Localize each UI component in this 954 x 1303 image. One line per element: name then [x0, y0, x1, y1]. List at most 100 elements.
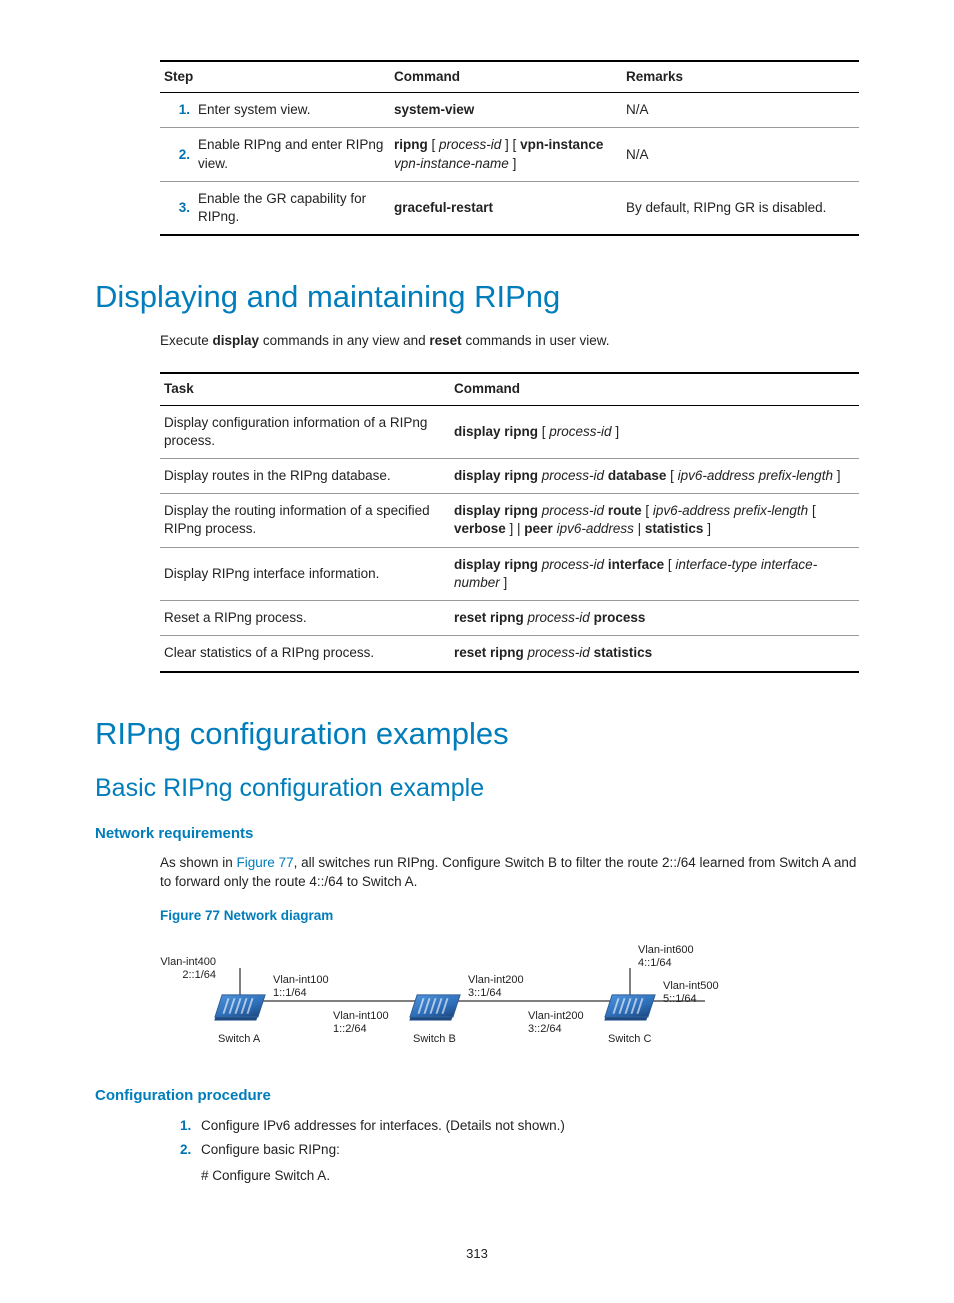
task-cmd: display ripng [ process-id ]	[450, 405, 859, 458]
cmd-text: peer	[524, 521, 553, 536]
table-row: Display routes in the RIPng database. di…	[160, 459, 859, 494]
task-desc: Display configuration information of a R…	[160, 405, 450, 458]
step-cmd: graceful-restart	[390, 181, 622, 235]
cmd-arg: ipv6-address	[557, 521, 634, 536]
switch-c-icon	[608, 994, 652, 1018]
cmd-arg: process-id	[542, 468, 604, 483]
label-switch-c: Switch C	[608, 1033, 651, 1046]
label-switch-b: Switch B	[413, 1033, 456, 1046]
step-num: 3.	[160, 181, 194, 235]
table-row: Display the routing information of a spe…	[160, 494, 859, 547]
table-row: Display RIPng interface information. dis…	[160, 547, 859, 600]
cmd-text: display ripng	[454, 468, 538, 483]
cmd-arg: process-id	[528, 645, 590, 660]
list-item: Configure basic RIPng:	[195, 1141, 859, 1159]
text: display	[213, 333, 260, 348]
intro-para: Execute display commands in any view and…	[95, 332, 859, 350]
cmd-text: route	[608, 503, 642, 518]
switch-a-icon	[218, 994, 262, 1018]
step-cmd: system-view	[390, 93, 622, 128]
task-table: Task Command Display configuration infor…	[160, 372, 859, 672]
col-task: Task	[160, 373, 450, 405]
label-a-right: Vlan-int100 1::1/64	[273, 974, 329, 999]
task-cmd: reset ripng process-id statistics	[450, 636, 859, 672]
cmd-arg: vpn-instance-name	[394, 156, 509, 171]
col-command: Command	[450, 373, 859, 405]
text: commands in any view and	[259, 333, 429, 348]
cmd-text: graceful-restart	[394, 200, 493, 215]
heading-config-examples: RIPng configuration examples	[95, 713, 859, 755]
label-b-left: Vlan-int100 1::2/64	[333, 1010, 389, 1035]
task-desc: Display RIPng interface information.	[160, 547, 450, 600]
steps-table-wrap: Step Command Remarks 1. Enter system vie…	[95, 60, 859, 236]
cmd-text: statistics	[594, 645, 653, 660]
cmd-text: vpn-instance	[520, 137, 603, 152]
task-table-wrap: Task Command Display configuration infor…	[95, 372, 859, 672]
task-cmd: reset ripng process-id process	[450, 601, 859, 636]
step-num: 2.	[160, 128, 194, 181]
heading-basic-example: Basic RIPng configuration example	[95, 772, 859, 806]
task-cmd: display ripng process-id interface [ int…	[450, 547, 859, 600]
col-step: Step	[160, 61, 390, 93]
page-number: 313	[95, 1245, 859, 1263]
text: commands in user view.	[462, 333, 610, 348]
cmd-arg: process-id	[439, 137, 501, 152]
step-remark: N/A	[622, 128, 859, 181]
cmd-text: display ripng	[454, 557, 538, 572]
switch-b-icon	[413, 994, 457, 1018]
figure-link[interactable]: Figure 77	[237, 855, 294, 870]
step-remark: By default, RIPng GR is disabled.	[622, 181, 859, 235]
cmd-text: database	[608, 468, 667, 483]
heading-network-req: Network requirements	[95, 824, 859, 844]
cmd-arg: ipv6-address prefix-length	[653, 503, 808, 518]
label-a-top: Vlan-int400 2::1/64	[160, 956, 216, 981]
netreq-para: As shown in Figure 77, all switches run …	[95, 854, 859, 890]
label-c-top: Vlan-int600 4::1/64	[638, 944, 694, 969]
text: reset	[429, 333, 461, 348]
cmd-text: verbose	[454, 521, 506, 536]
network-diagram: Vlan-int400 2::1/64 Vlan-int100 1::1/64 …	[160, 933, 859, 1058]
cmd-text: statistics	[645, 521, 704, 536]
cmd-text: reset ripng	[454, 645, 524, 660]
text: Execute	[160, 333, 213, 348]
table-row: 2. Enable RIPng and enter RIPng view. ri…	[160, 128, 859, 181]
task-cmd: display ripng process-id database [ ipv6…	[450, 459, 859, 494]
procedure-subline: # Configure Switch A.	[95, 1167, 859, 1185]
table-row: 1. Enter system view. system-view N/A	[160, 93, 859, 128]
label-switch-a: Switch A	[218, 1033, 260, 1046]
cmd-arg: process-id	[528, 610, 590, 625]
cmd-text: display ripng	[454, 503, 538, 518]
cmd-text: process	[594, 610, 646, 625]
task-desc: Display routes in the RIPng database.	[160, 459, 450, 494]
label-c-left: Vlan-int200 3::2/64	[528, 1010, 584, 1035]
step-num: 1.	[160, 93, 194, 128]
step-desc: Enable RIPng and enter RIPng view.	[194, 128, 390, 181]
heading-config-procedure: Configuration procedure	[95, 1086, 859, 1106]
label-c-right: Vlan-int500 5::1/64	[663, 980, 719, 1005]
cmd-arg: process-id	[549, 424, 611, 439]
table-row: Clear statistics of a RIPng process. res…	[160, 636, 859, 672]
text: As shown in	[160, 855, 237, 870]
cmd-arg: process-id	[542, 557, 604, 572]
cmd-text: display ripng	[454, 424, 538, 439]
procedure-list: Configure IPv6 addresses for interfaces.…	[95, 1117, 859, 1159]
step-desc: Enter system view.	[194, 93, 390, 128]
table-row: Display configuration information of a R…	[160, 405, 859, 458]
figure-caption: Figure 77 Network diagram	[160, 907, 859, 925]
col-command: Command	[390, 61, 622, 93]
cmd-text: reset ripng	[454, 610, 524, 625]
cmd-arg: ipv6-address prefix-length	[678, 468, 833, 483]
heading-display-maintain: Displaying and maintaining RIPng	[95, 276, 859, 318]
label-b-right: Vlan-int200 3::1/64	[468, 974, 524, 999]
steps-table: Step Command Remarks 1. Enter system vie…	[160, 60, 859, 236]
table-row: 3. Enable the GR capability for RIPng. g…	[160, 181, 859, 235]
cmd-text: system-view	[394, 102, 474, 117]
task-desc: Clear statistics of a RIPng process.	[160, 636, 450, 672]
task-desc: Reset a RIPng process.	[160, 601, 450, 636]
task-cmd: display ripng process-id route [ ipv6-ad…	[450, 494, 859, 547]
col-remarks: Remarks	[622, 61, 859, 93]
table-row: Reset a RIPng process. reset ripng proce…	[160, 601, 859, 636]
task-desc: Display the routing information of a spe…	[160, 494, 450, 547]
step-remark: N/A	[622, 93, 859, 128]
cmd-text: interface	[608, 557, 664, 572]
